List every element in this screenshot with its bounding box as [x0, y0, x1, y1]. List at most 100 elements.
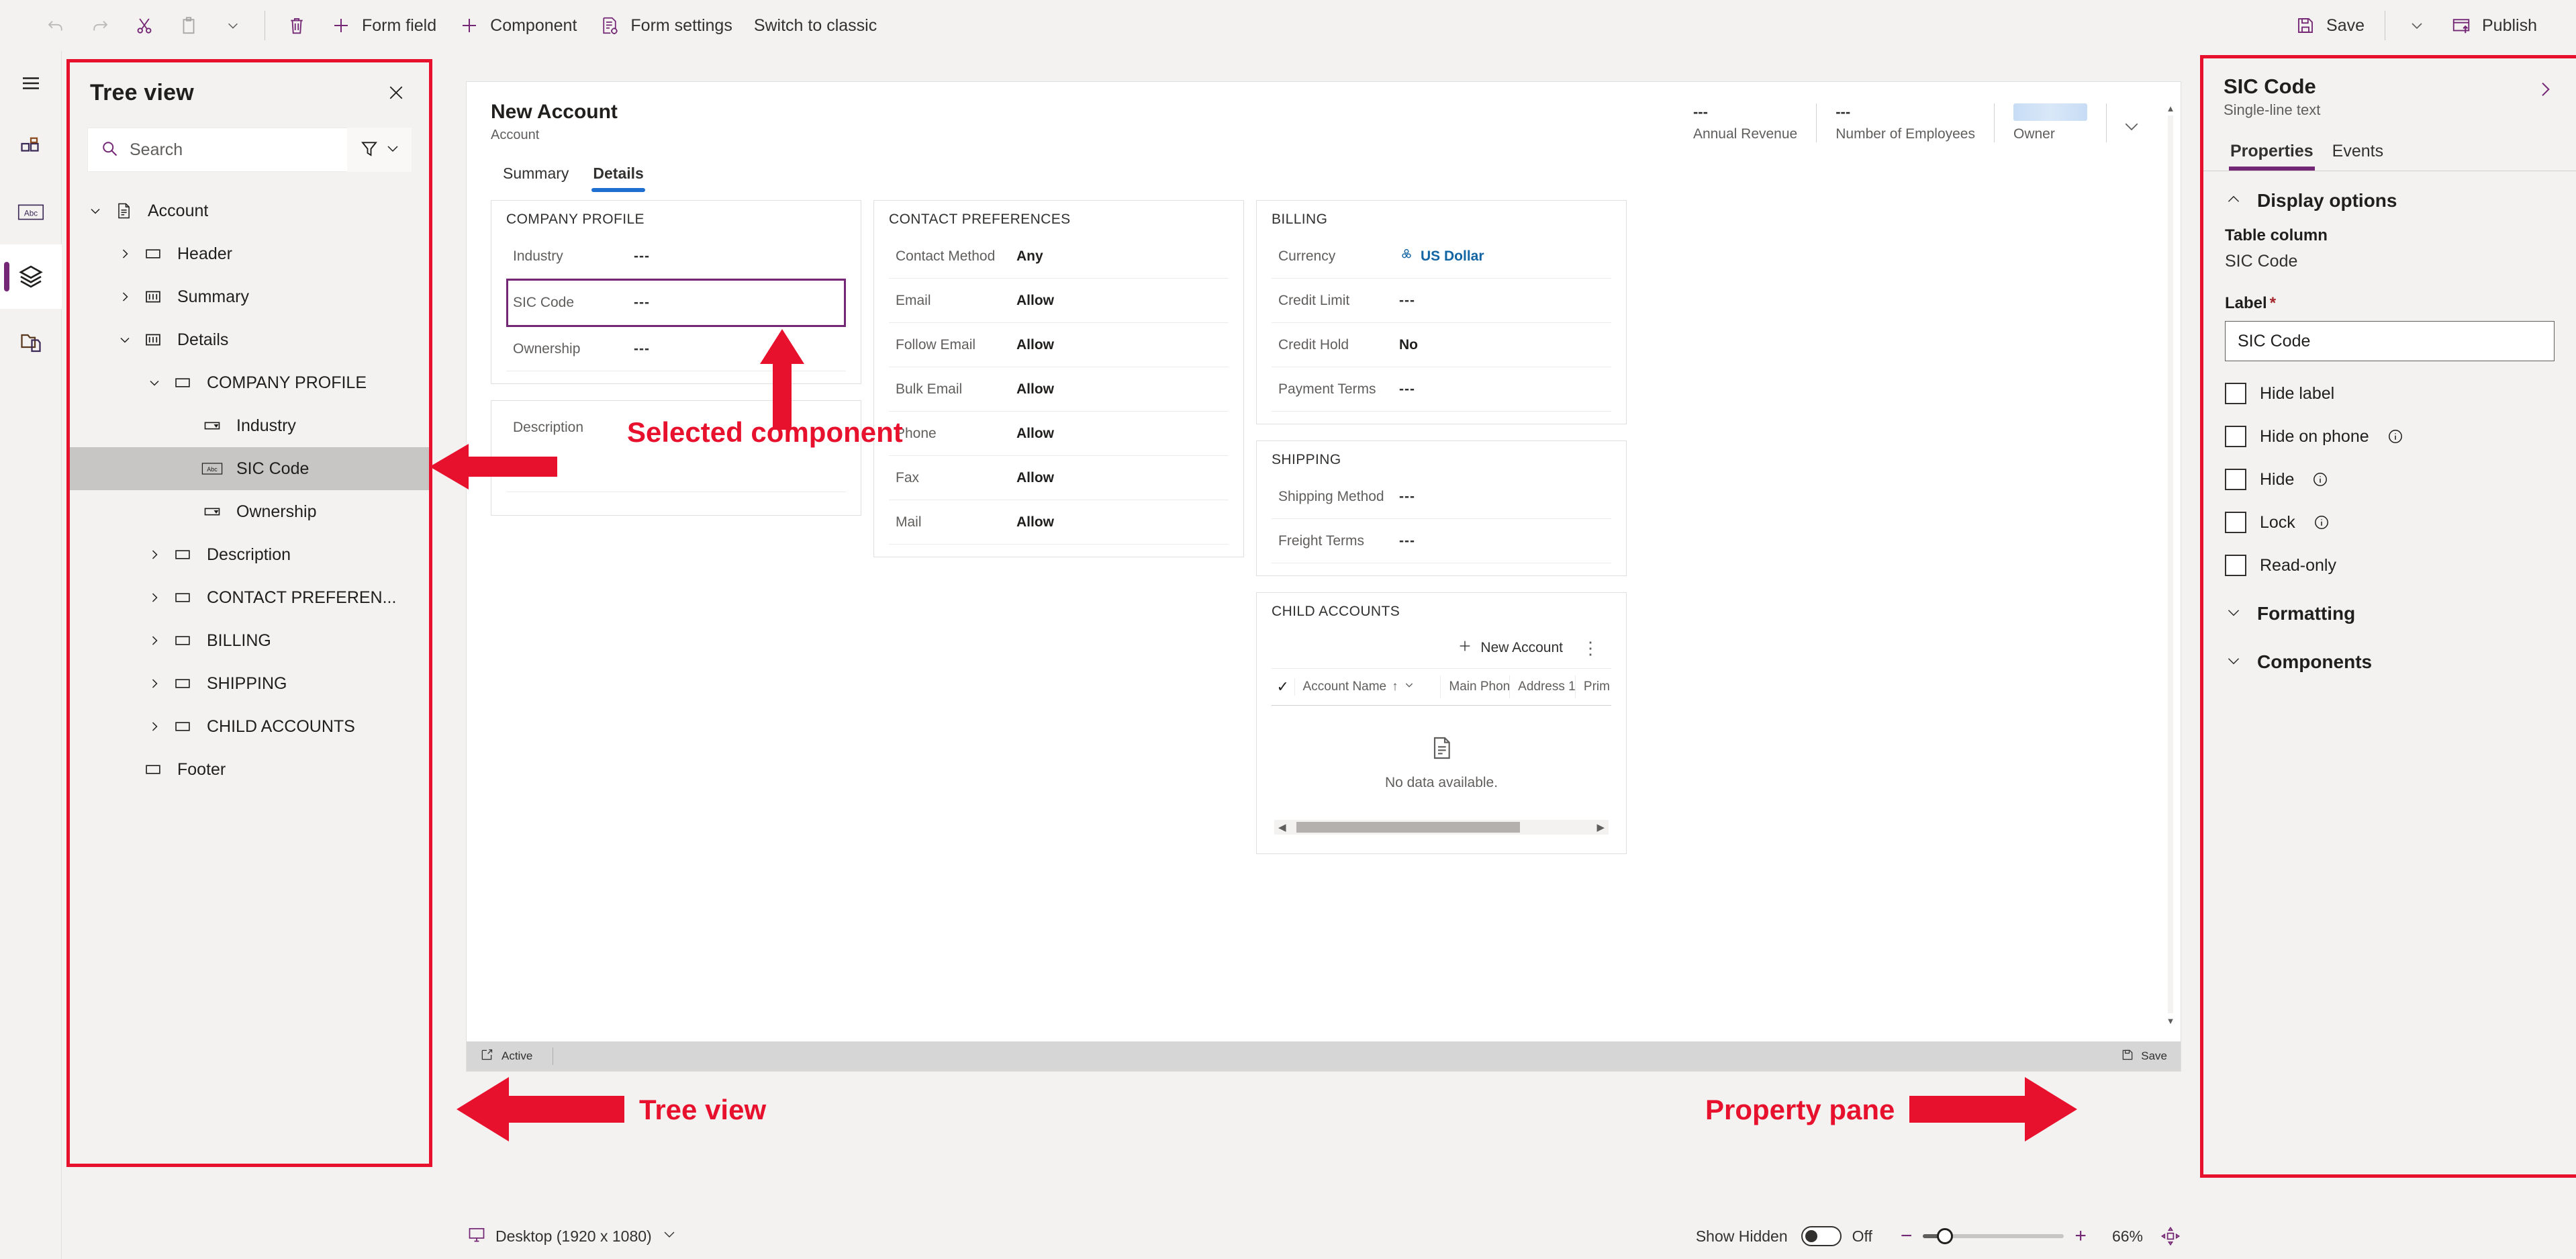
- show-hidden-toggle[interactable]: [1801, 1226, 1842, 1246]
- save-button[interactable]: Save: [2283, 7, 2375, 44]
- zoom-out-button[interactable]: −: [1890, 1226, 1923, 1246]
- checkbox-read-only[interactable]: [2225, 555, 2246, 576]
- field-row-sic-code[interactable]: SIC Code ---: [506, 279, 846, 327]
- tree-node-shipping[interactable]: SHIPPING: [70, 662, 429, 705]
- related-forms-panel-button[interactable]: [0, 309, 62, 373]
- footer-save-label[interactable]: Save: [2141, 1050, 2167, 1063]
- field-row-industry[interactable]: Industry ---: [506, 234, 846, 279]
- close-tree-view-button[interactable]: [383, 80, 409, 109]
- tree-node-header[interactable]: Header: [70, 232, 429, 275]
- cut-button[interactable]: [122, 7, 166, 44]
- select-all-checkmark-icon[interactable]: ✓: [1272, 678, 1295, 696]
- chevron-down-icon[interactable]: [141, 375, 168, 391]
- components-panel-button[interactable]: [0, 115, 62, 180]
- column-header-address-1[interactable]: Address 1: ...: [1510, 675, 1576, 698]
- scroll-up-arrow-icon[interactable]: ▲: [2164, 102, 2177, 114]
- info-icon[interactable]: [2311, 471, 2329, 488]
- field-row-contact-method[interactable]: Contact Method Any: [889, 234, 1229, 279]
- scroll-left-arrow-icon[interactable]: ◀: [1274, 821, 1290, 833]
- checkbox-row-lock[interactable]: Lock: [2225, 512, 2555, 533]
- tree-view-panel-button[interactable]: [0, 244, 62, 309]
- fit-to-screen-button[interactable]: [2154, 1226, 2187, 1246]
- section-company-profile[interactable]: COMPANY PROFILE Industry --- SIC Code --…: [491, 200, 861, 384]
- save-options-button[interactable]: [2395, 7, 2439, 44]
- zoom-slider[interactable]: [1923, 1228, 2064, 1244]
- checkbox-hide-label[interactable]: [2225, 383, 2246, 404]
- tab-details[interactable]: Details: [581, 158, 655, 192]
- column-header-main-phone[interactable]: Main Phone: [1441, 675, 1511, 698]
- info-icon[interactable]: [2313, 514, 2330, 531]
- checkbox-row-hide-label[interactable]: Hide label: [2225, 383, 2555, 404]
- tree-node-contact-preferen[interactable]: CONTACT PREFEREN...: [70, 576, 429, 619]
- checkbox-row-read-only[interactable]: Read-only: [2225, 555, 2555, 576]
- section-shipping[interactable]: SHIPPING Shipping Method --- Freight Ter…: [1256, 440, 1627, 576]
- section-description[interactable]: Description: [491, 400, 861, 516]
- scrollbar-thumb[interactable]: [1296, 822, 1521, 833]
- field-row-fax[interactable]: Fax Allow: [889, 456, 1229, 500]
- publish-button[interactable]: Publish: [2439, 7, 2548, 44]
- tree-node-details[interactable]: Details: [70, 318, 429, 361]
- chevron-right-icon[interactable]: [141, 718, 168, 735]
- form-field-button[interactable]: Form field: [319, 7, 447, 44]
- scroll-right-arrow-icon[interactable]: ▶: [1592, 821, 1609, 833]
- currency-value[interactable]: US Dollar: [1399, 247, 1484, 266]
- label-input[interactable]: [2225, 321, 2555, 361]
- component-button[interactable]: Component: [447, 7, 587, 44]
- field-row-payment-terms[interactable]: Payment Terms ---: [1272, 367, 1611, 412]
- field-row-currency[interactable]: Currency US Dollar: [1272, 234, 1611, 279]
- chevron-down-icon[interactable]: [111, 332, 138, 348]
- zoom-in-button[interactable]: +: [2064, 1226, 2097, 1246]
- tree-node-ownership[interactable]: Ownership: [70, 490, 429, 533]
- column-header-account-name[interactable]: Account Name ↑: [1295, 675, 1441, 698]
- info-icon[interactable]: [2387, 428, 2404, 445]
- search-input[interactable]: [130, 140, 335, 160]
- chevron-right-icon[interactable]: [111, 246, 138, 262]
- section-child-accounts[interactable]: CHILD ACCOUNTS New Account ⋮ ✓ Account N…: [1256, 592, 1627, 854]
- new-account-button[interactable]: New Account: [1451, 635, 1570, 661]
- form-settings-button[interactable]: Form settings: [587, 7, 743, 44]
- field-row-phone[interactable]: Phone Allow: [889, 412, 1229, 456]
- tree-node-industry[interactable]: Industry: [70, 404, 429, 447]
- field-row-ownership[interactable]: Ownership ---: [506, 327, 846, 371]
- field-row-email[interactable]: Email Allow: [889, 279, 1229, 323]
- chevron-right-icon[interactable]: [141, 547, 168, 563]
- scroll-down-arrow-icon[interactable]: ▼: [2164, 1015, 2177, 1027]
- checkbox-hide-on-phone[interactable]: [2225, 426, 2246, 447]
- tree-filter-button[interactable]: [347, 128, 412, 172]
- switch-to-classic-button[interactable]: Switch to classic: [743, 7, 888, 44]
- form-selector-icon[interactable]: [480, 1048, 493, 1065]
- child-accounts-more-button[interactable]: ⋮: [1574, 639, 1607, 657]
- table-columns-panel-button[interactable]: Abc: [0, 180, 62, 244]
- scrollbar-track[interactable]: [1290, 822, 1593, 833]
- field-row-follow-email[interactable]: Follow Email Allow: [889, 323, 1229, 367]
- chevron-right-icon[interactable]: [111, 289, 138, 305]
- tree-node-description[interactable]: Description: [70, 533, 429, 576]
- canvas-scrollbar-track[interactable]: [2168, 115, 2173, 1013]
- delete-button[interactable]: [275, 7, 319, 44]
- group-formatting[interactable]: Formatting: [2225, 603, 2555, 624]
- field-row-freight-terms[interactable]: Freight Terms ---: [1272, 519, 1611, 563]
- chevron-right-icon[interactable]: [141, 633, 168, 649]
- checkbox-row-hide[interactable]: Hide: [2225, 469, 2555, 490]
- tree-node-sic-code[interactable]: Abc SIC Code: [70, 447, 429, 490]
- column-header-primary[interactable]: Prim: [1576, 675, 1611, 698]
- field-row-credit-hold[interactable]: Credit Hold No: [1272, 323, 1611, 367]
- collapse-property-pane-button[interactable]: [2534, 75, 2556, 103]
- header-field-annual-revenue[interactable]: --- Annual Revenue: [1674, 103, 1817, 142]
- zoom-slider-thumb[interactable]: [1937, 1228, 1954, 1244]
- section-billing[interactable]: BILLING Currency US Dollar Credit Limit …: [1256, 200, 1627, 424]
- tree-node-account[interactable]: Account: [70, 189, 429, 232]
- field-row-mail[interactable]: Mail Allow: [889, 500, 1229, 545]
- tree-node-company-profile[interactable]: COMPANY PROFILE: [70, 361, 429, 404]
- chevron-right-icon[interactable]: [141, 590, 168, 606]
- group-components[interactable]: Components: [2225, 651, 2555, 673]
- checkbox-lock[interactable]: [2225, 512, 2246, 533]
- tree-node-summary[interactable]: Summary: [70, 275, 429, 318]
- device-selector-button[interactable]: Desktop (1920 x 1080): [454, 1225, 677, 1248]
- redo-button[interactable]: [78, 7, 122, 44]
- section-contact-preferences[interactable]: CONTACT PREFERENCES Contact Method Any Ema…: [873, 200, 1244, 557]
- group-display-options[interactable]: Display options: [2225, 190, 2555, 212]
- tab-events[interactable]: Events: [2323, 136, 2393, 171]
- field-row-shipping-method[interactable]: Shipping Method ---: [1272, 475, 1611, 519]
- tree-node-billing[interactable]: BILLING: [70, 619, 429, 662]
